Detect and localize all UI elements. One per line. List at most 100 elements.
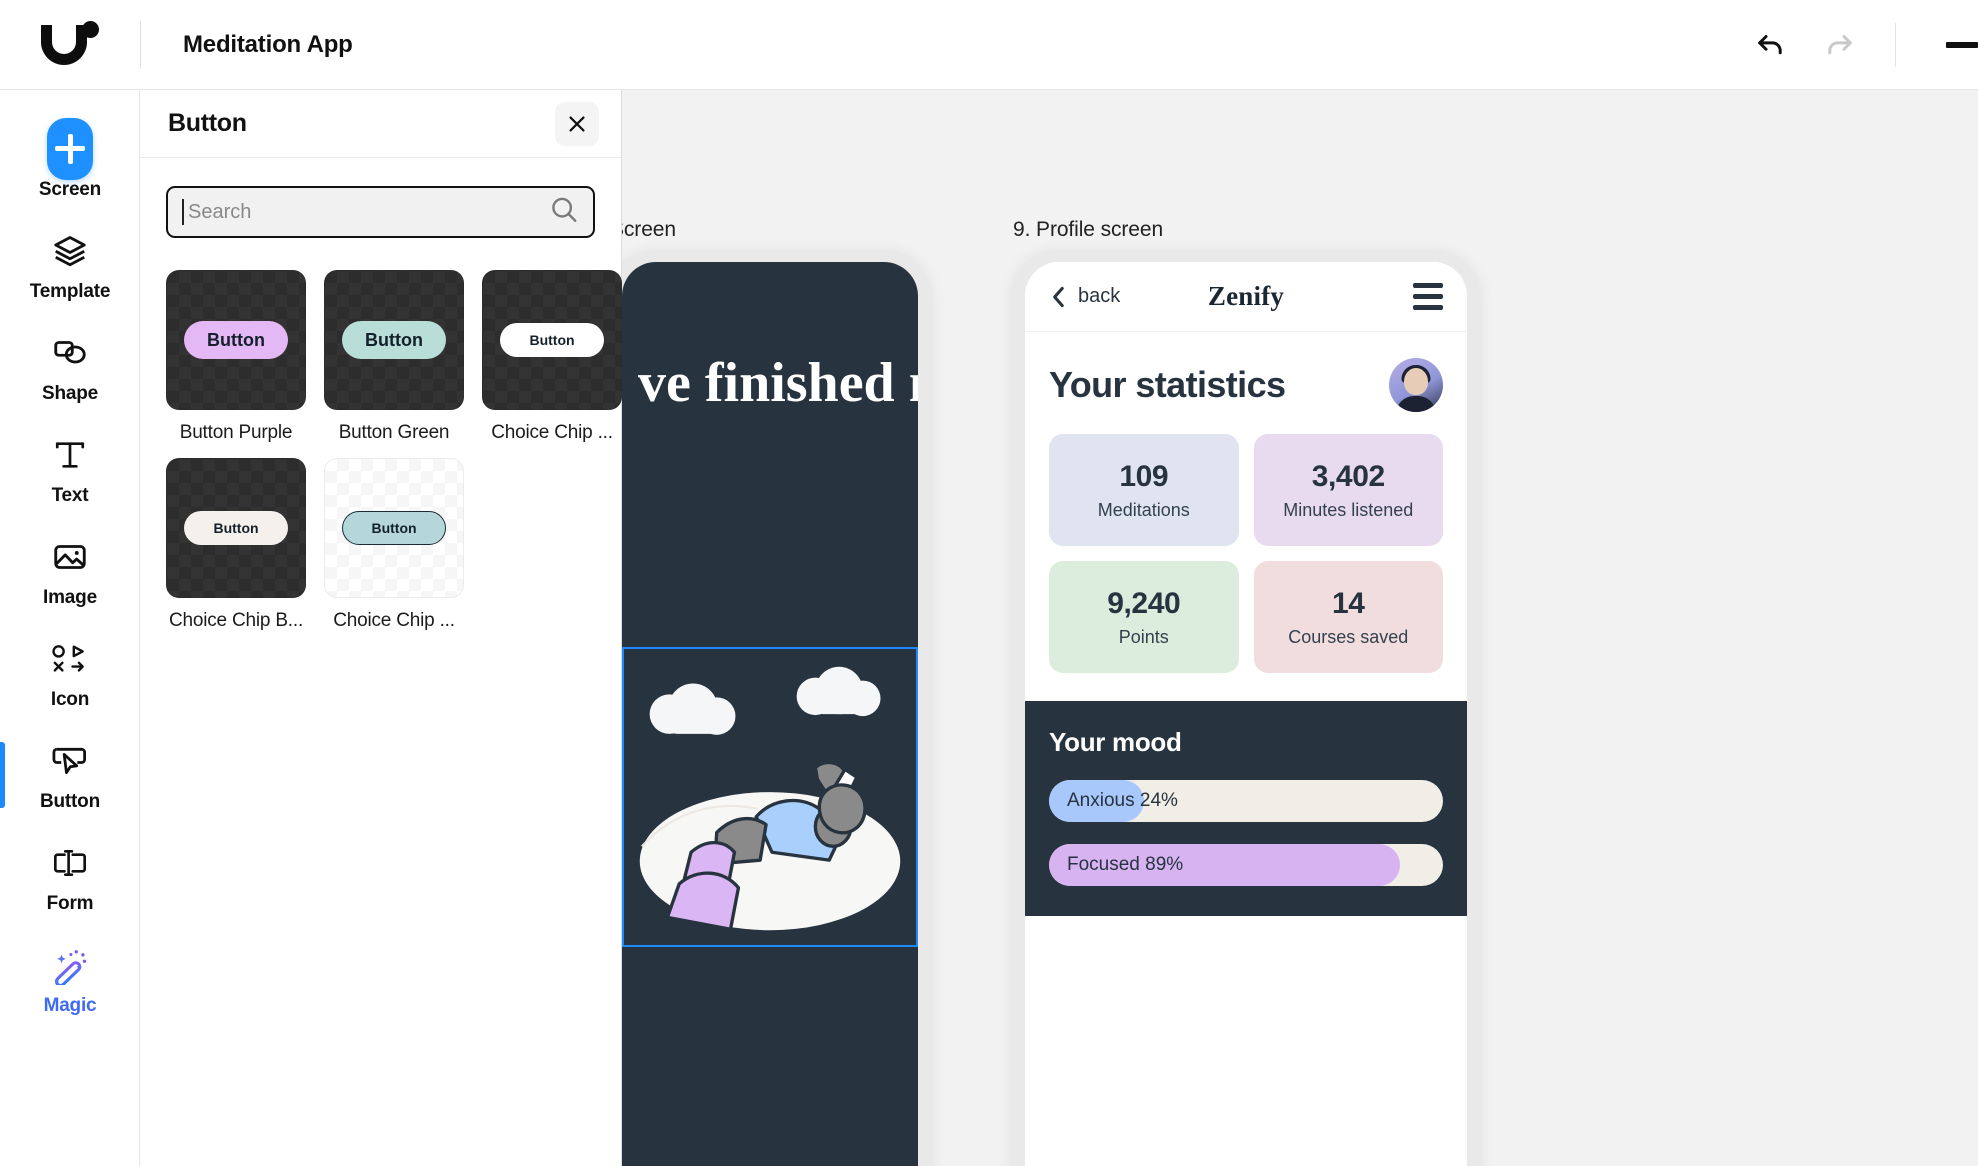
sidebar-item-label: Shape [41,382,99,404]
plus-icon [47,117,93,180]
selected-illustration[interactable] [622,647,918,947]
zoom-out-button[interactable] [1918,19,1978,71]
chip-preview: Button [342,321,446,359]
mood-title: Your mood [1049,727,1182,757]
profile-main: Your statistics 109 Meditations 3,402 Mi… [1025,332,1467,916]
component-caption: Choice Chip ... [491,422,613,443]
component-item-button-green[interactable]: Button Button Green [324,270,464,444]
phone-mockup-finished-screen[interactable]: ve finished meditation! [610,250,930,1166]
panel-header: Button [140,90,621,158]
sidebar-item-form[interactable]: Form [0,826,140,928]
screen-label-right: 9. Profile screen [1013,218,1164,241]
avatar[interactable] [1389,358,1443,412]
component-caption: Choice Chip B... [168,610,304,631]
avatar-body [1396,396,1436,412]
stat-value: 109 [1119,459,1169,493]
stat-card[interactable]: 109 Meditations [1049,434,1239,546]
app-root: Meditation App Screen Template Shape Tex… [0,0,1978,1166]
stat-card[interactable]: 9,240 Points [1049,561,1239,673]
profile-screen-content: back Zenify Your statistics 109 Meditati… [1025,262,1467,1166]
mood-bar-fill: Focused 89% [1049,844,1400,886]
finished-screen-body: ve finished meditation! [622,262,918,1166]
chip-preview: Button [342,511,446,545]
close-button[interactable] [555,101,599,146]
stat-label: Meditations [1097,499,1190,520]
mood-section: Your mood Anxious 24% Focused 89% [1025,701,1467,916]
finished-screen-title: ve finished meditation! [638,352,918,414]
sidebar-item-screen[interactable]: Screen [0,112,140,214]
sidebar-item-icon[interactable]: Icon [0,622,140,724]
meditation-illustration [624,649,916,945]
toolbar-divider-2 [1895,22,1896,67]
mood-bar-anxious[interactable]: Anxious 24% [1049,780,1443,822]
search-input[interactable]: Search [166,186,595,238]
uizard-logo [41,20,99,69]
component-library-panel: Button Search Button Button Purple Butto… [140,90,622,1166]
text-caret [182,199,184,225]
sidebar-item-image[interactable]: Image [0,520,140,622]
profile-navbar: back Zenify [1025,262,1467,332]
undo-button[interactable] [1745,19,1797,71]
toolbar-divider [140,20,141,69]
component-thumbnail: Button [166,458,306,598]
statistics-heading: Your statistics [1049,364,1286,405]
stat-value: 9,240 [1107,586,1181,620]
panel-body: Search Button Button Purple Button Butto… [140,158,622,632]
logo-u-shape [41,24,87,65]
component-thumbnail: Button [324,458,464,598]
mood-bar-label: Focused 89% [1067,854,1184,875]
chevron-left-icon [1053,286,1064,307]
phone-screen-content: ve finished meditation! [622,262,918,1166]
stat-value: 3,402 [1311,459,1385,493]
sidebar-item-label: Form [46,892,94,914]
statistics-header: Your statistics [1049,358,1443,412]
component-caption: Button Purple [179,422,293,443]
sidebar-item-shape[interactable]: Shape [0,316,140,418]
button-cursor-icon [47,738,93,784]
icon-grid-icon [47,636,93,682]
redo-button[interactable] [1813,19,1865,71]
top-toolbar: Meditation App [0,0,1978,90]
sidebar-item-button[interactable]: Button [0,724,140,826]
minus-icon [1946,41,1978,48]
chip-preview: Button [184,511,288,545]
component-grid: Button Button Purple Button Button Green… [166,270,622,632]
close-icon [569,115,585,132]
layers-icon [47,228,93,274]
logo-dot [82,20,99,38]
component-item-choice-chip-beige[interactable]: Button Choice Chip B... [166,458,306,632]
sidebar-item-text[interactable]: Text [0,418,140,520]
component-item-choice-chip-teal[interactable]: Button Choice Chip ... [324,458,464,632]
hamburger-menu-icon[interactable] [1413,283,1443,310]
component-item-choice-chip-white[interactable]: Button Choice Chip ... [482,270,622,444]
avatar-face [1404,368,1428,396]
form-icon [47,840,93,886]
component-item-button-purple[interactable]: Button Button Purple [166,270,306,444]
back-button[interactable]: back [1049,284,1120,310]
shapes-icon [47,330,93,376]
image-icon [47,534,93,580]
back-label: back [1078,285,1121,307]
stat-card[interactable]: 3,402 Minutes listened [1253,434,1443,546]
sidebar-item-template[interactable]: Template [0,214,140,316]
sidebar-item-label: Template [29,280,111,302]
component-thumbnail: Button [324,270,464,410]
phone-mockup-profile-screen[interactable]: back Zenify Your statistics 109 Meditati… [1013,250,1479,1166]
search-icon [549,195,579,230]
stat-card[interactable]: 14 Courses saved [1253,561,1443,673]
search-placeholder: Search [188,200,252,223]
sidebar-item-label: Image [43,586,97,608]
mood-bar-focused[interactable]: Focused 89% [1049,844,1443,886]
sidebar-item-magic[interactable]: Magic [0,928,140,1030]
component-caption: Choice Chip ... [333,610,455,631]
sidebar-item-label: Icon [50,688,90,710]
chip-preview: Button [184,321,288,359]
panel-title: Button [168,109,247,137]
page-title: Meditation App [183,30,353,58]
stat-value: 14 [1331,586,1365,620]
logo-container[interactable] [0,0,140,90]
stat-label: Points [1118,626,1169,647]
mood-bar-label: Anxious 24% [1067,790,1178,811]
left-tool-rail: Screen Template Shape Text Image Icon Bu… [0,90,140,1166]
mood-bar-fill: Anxious 24% [1049,780,1178,822]
